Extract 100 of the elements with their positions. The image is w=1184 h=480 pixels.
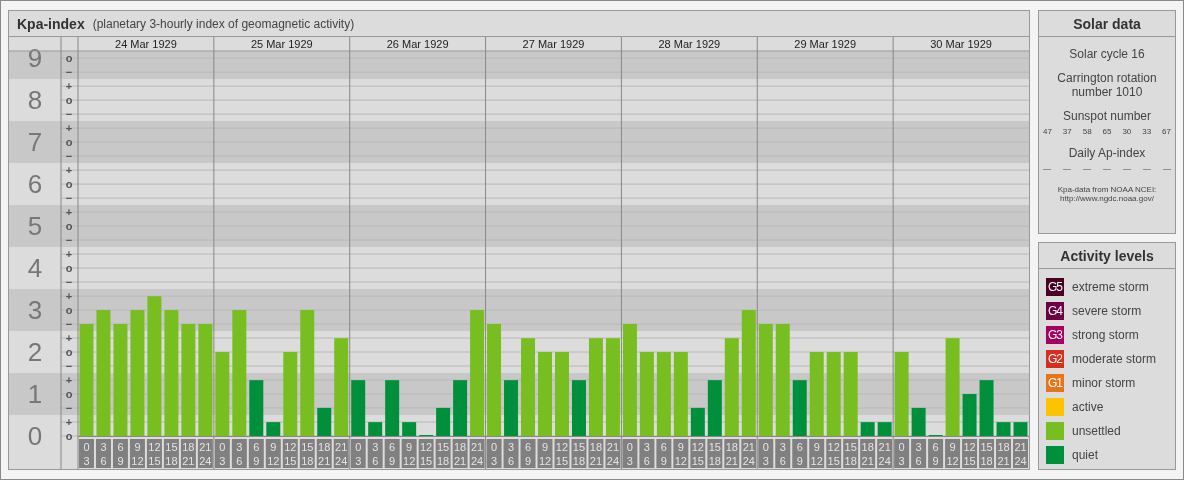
source-note: Kpa-data from NOAA NCEI:: [1057, 185, 1157, 194]
kp-subdivision-label: o: [65, 388, 73, 400]
kp-subdivision-label: −: [65, 108, 73, 121]
x-tick-label: 6 9: [660, 441, 667, 467]
kp-subdivision-label: −: [65, 276, 73, 289]
sunspot-value: 58: [1082, 127, 1092, 136]
panel-title: Solar data: [1039, 11, 1175, 37]
legend-label: strong storm: [1072, 328, 1139, 342]
time-interval-label: 15 18: [979, 439, 995, 468]
time-interval-label: 0 3: [758, 439, 774, 468]
kp-level-label: 5: [27, 211, 43, 242]
date-label: 30 Mar 1929: [930, 38, 992, 50]
kp-level-label: 8: [27, 85, 43, 116]
time-interval-label: 12 15: [826, 439, 842, 468]
kp-subdivision-label: −: [65, 360, 73, 373]
ap-index-value: —: [1163, 164, 1171, 173]
time-interval-label: 15 18: [707, 439, 723, 468]
x-tick-label: 0 3: [355, 441, 362, 467]
chart-subtitle: (planetary 3-hourly index of geomagnetic activity): [92, 16, 355, 31]
chart-title: Kpa-index: [17, 15, 85, 32]
x-tick-label: 3 6: [643, 441, 650, 467]
date-label: 28 Mar 1929: [658, 38, 721, 50]
legend-label: quiet: [1072, 448, 1099, 462]
kp-subdivision-label: o: [65, 262, 73, 275]
sunspot-value: 37: [1062, 127, 1072, 136]
time-interval-label: 0 3: [894, 439, 910, 468]
time-interval-label: 12 15: [962, 439, 978, 468]
legend-label: minor storm: [1072, 376, 1136, 390]
ap-index-value: —: [1123, 164, 1131, 173]
x-tick-label: 6 9: [117, 441, 124, 467]
source-url: http://www.ngdc.noaa.gov/: [1060, 194, 1154, 203]
legend-label: severe storm: [1072, 304, 1142, 318]
time-interval-label: 6 9: [928, 439, 944, 468]
kp-subdivision-label: +: [65, 332, 73, 345]
time-interval-label: 3 6: [639, 439, 655, 468]
x-tick-label: 3 6: [236, 441, 243, 467]
ap-index-title: Daily Ap-index: [1068, 146, 1146, 160]
x-tick-label: 3 6: [779, 441, 786, 467]
date-label: 27 Mar 1929: [522, 38, 585, 50]
x-tick-label: 6 9: [524, 441, 532, 467]
kp-subdivision-label: −: [65, 66, 73, 79]
kp-level-label: 7: [27, 127, 43, 158]
kp-level-label: 1: [27, 379, 43, 409]
time-interval-label: 9 12: [945, 439, 961, 468]
kp-subdivision-label: −: [65, 234, 73, 247]
x-tick-label: 3 6: [100, 441, 107, 467]
kp-subdivision-label: o: [65, 94, 73, 107]
kp-subdivision-label: −: [65, 150, 73, 163]
time-interval-label: 3 6: [911, 439, 927, 468]
sunspot-value: 65: [1102, 127, 1112, 136]
legend-swatch: G4: [1046, 302, 1064, 320]
x-tick-label: 0 3: [219, 441, 226, 467]
x-tick-label: 0 3: [762, 441, 769, 467]
carrington-rotation: Carrington rotation number 1010: [1056, 71, 1158, 99]
legend-label: unsettled: [1072, 424, 1121, 438]
date-label: 26 Mar 1929: [386, 38, 449, 50]
sunspot-value: 33: [1142, 127, 1152, 136]
legend-label: extreme storm: [1072, 280, 1149, 294]
kp-subdivision-label: +: [65, 164, 73, 177]
kp-subdivision-label: o: [65, 52, 73, 65]
legend-swatch: G1: [1046, 374, 1064, 392]
legend-swatch: G2: [1046, 350, 1064, 368]
time-interval-label: 21 24: [877, 439, 893, 468]
time-interval-label: 0 3: [622, 439, 638, 468]
time-interval-label: 18 21: [996, 439, 1011, 468]
sunspot-value: 30: [1122, 127, 1132, 136]
ap-index-value: —: [1143, 164, 1151, 173]
ap-index-value: —: [1083, 164, 1091, 173]
time-interval-label: 0 3: [79, 439, 94, 468]
x-tick-label: 0 3: [626, 441, 633, 467]
sunspot-value: 67: [1162, 127, 1171, 136]
x-tick-label: 6 9: [253, 441, 260, 467]
time-interval-label: 6 9: [792, 439, 808, 468]
x-tick-label: 3 6: [507, 441, 515, 467]
sunspot-value: 47: [1043, 127, 1052, 136]
kp-level-label: 4: [27, 253, 43, 284]
x-tick-label: 3 6: [372, 441, 379, 467]
solar-cycle: Solar cycle 16: [1069, 47, 1145, 61]
ap-index-value: —: [1103, 164, 1111, 173]
x-tick-label: 6 9: [389, 441, 396, 467]
kp-subdivision-label: +: [65, 290, 73, 303]
x-tick-label: 6 9: [932, 441, 939, 467]
kp-subdivision-label: +: [65, 80, 73, 93]
x-tick-label: 0 3: [83, 441, 90, 467]
time-interval-label: 12 15: [690, 439, 706, 468]
legend-swatch: G5: [1046, 278, 1064, 296]
kp-subdivision-label: +: [65, 206, 73, 219]
legend-label: moderate storm: [1072, 352, 1157, 366]
ap-index-value: —: [1063, 164, 1071, 173]
sunspot-title: Sunspot number: [1062, 109, 1152, 123]
kp-level-label: 2: [27, 337, 43, 368]
kp-level-label: 0: [27, 421, 43, 451]
kp-subdivision-label: +: [65, 122, 73, 135]
time-interval-label: 6 9: [656, 439, 672, 468]
kp-level-label: 3: [27, 295, 43, 326]
time-interval-label: 18 21: [860, 439, 876, 468]
kp-subdivision-label: o: [65, 430, 73, 442]
panel-title: Activity levels: [1039, 243, 1175, 269]
kp-subdivision-label: −: [65, 402, 73, 414]
time-interval-label: 21 24: [1013, 439, 1028, 468]
